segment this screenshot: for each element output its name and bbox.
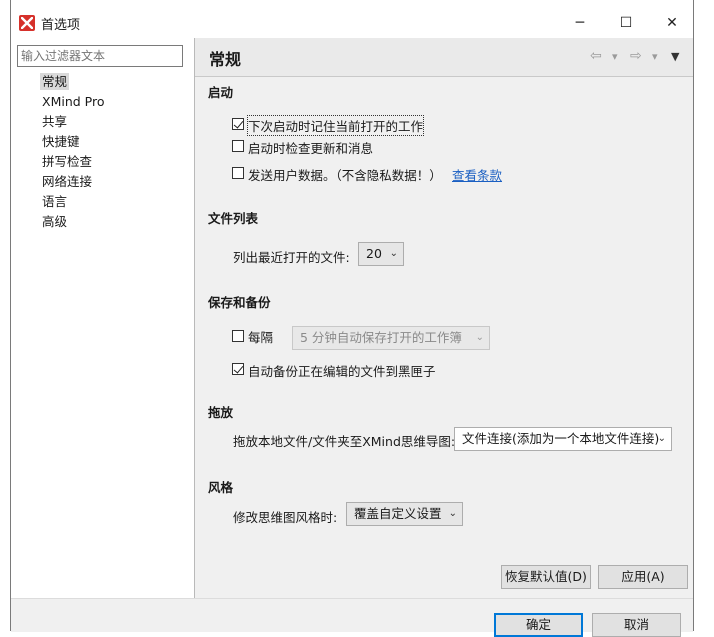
style-change-select[interactable]: 覆盖自定义设置 ⌄ — [346, 502, 463, 526]
chevron-down-icon: ⌄ — [475, 332, 484, 343]
file-list-heading: 文件列表 — [208, 211, 259, 226]
recent-files-label: 列出最近打开的文件: — [233, 250, 350, 265]
preferences-sidebar — [11, 38, 195, 598]
forward-history-chevron-icon[interactable]: ▾ — [652, 50, 658, 63]
window-title: 首选项 — [41, 18, 81, 33]
sidebar-item-shortcuts[interactable]: 快捷键 — [40, 133, 82, 150]
autosave-checkbox[interactable] — [232, 330, 244, 342]
sidebar-item-sharing[interactable]: 共享 — [40, 113, 69, 130]
style-change-value: 覆盖自定义设置 — [354, 506, 442, 521]
drag-drop-heading: 拖放 — [208, 405, 234, 420]
sidebar-item-language[interactable]: 语言 — [40, 193, 69, 210]
autosave-every-label[interactable]: 每隔 — [248, 327, 273, 346]
cancel-button[interactable]: 取消 — [592, 613, 681, 637]
sidebar-item-general[interactable]: 常规 — [40, 73, 70, 90]
startup-heading: 启动 — [208, 85, 234, 100]
page-title: 常规 — [209, 50, 242, 69]
apply-button[interactable]: 应用(A) — [598, 565, 688, 589]
check-updates-label[interactable]: 启动时检查更新和消息 — [248, 138, 373, 157]
recent-files-select[interactable]: 20 ⌄ — [358, 242, 404, 266]
sidebar-item-network[interactable]: 网络连接 — [40, 173, 94, 190]
sidebar-item-xmind-pro[interactable]: XMind Pro — [40, 93, 106, 110]
check-updates-checkbox[interactable] — [232, 140, 244, 152]
chevron-down-icon: ⌄ — [657, 433, 666, 444]
auto-backup-label[interactable]: 自动备份正在编辑的文件到黑匣子 — [248, 361, 436, 380]
style-change-label: 修改思维图风格时: — [233, 510, 338, 525]
close-button[interactable]: ✕ — [649, 10, 695, 36]
style-heading: 风格 — [208, 480, 234, 495]
send-data-checkbox[interactable] — [232, 167, 244, 179]
autosave-interval-value: 5 分钟自动保存打开的工作簿 — [300, 330, 462, 345]
back-history-chevron-icon[interactable]: ▾ — [612, 50, 618, 63]
restore-defaults-button[interactable]: 恢复默认值(D) — [501, 565, 591, 589]
maximize-button[interactable]: ☐ — [603, 10, 649, 36]
minimize-button[interactable]: ─ — [557, 10, 603, 36]
drag-drop-value: 文件连接(添加为一个本地文件连接) — [462, 431, 660, 446]
sidebar-item-advanced[interactable]: 高级 — [40, 213, 69, 230]
sidebar-item-spelling[interactable]: 拼写检查 — [40, 153, 94, 170]
view-menu-icon[interactable]: ▼ — [671, 50, 679, 63]
remember-open-checkbox[interactable] — [232, 118, 244, 130]
xmind-app-icon — [19, 15, 35, 31]
chevron-down-icon: ⌄ — [389, 248, 398, 259]
autosave-interval-select[interactable]: 5 分钟自动保存打开的工作簿 ⌄ — [292, 326, 490, 350]
drag-drop-select[interactable]: 文件连接(添加为一个本地文件连接) ⌄ — [454, 427, 672, 451]
recent-files-value: 20 — [366, 246, 382, 261]
dialog-footer — [11, 598, 693, 632]
chevron-down-icon: ⌄ — [448, 508, 457, 519]
page-header — [195, 38, 693, 77]
back-arrow-icon[interactable]: ⇦ — [590, 48, 602, 64]
forward-arrow-icon[interactable]: ⇨ — [630, 48, 642, 64]
send-data-label[interactable]: 发送用户数据。（不含隐私数据！） — [248, 165, 442, 184]
view-terms-link[interactable]: 查看条款 — [452, 165, 502, 184]
save-backup-heading: 保存和备份 — [208, 295, 271, 310]
ok-button[interactable]: 确定 — [494, 613, 583, 637]
auto-backup-checkbox[interactable] — [232, 363, 244, 375]
drag-drop-label: 拖放本地文件/文件夹至XMind思维导图: — [233, 434, 456, 449]
remember-open-label[interactable]: 下次启动时记住当前打开的工作 — [246, 115, 425, 136]
filter-input[interactable] — [17, 45, 183, 67]
